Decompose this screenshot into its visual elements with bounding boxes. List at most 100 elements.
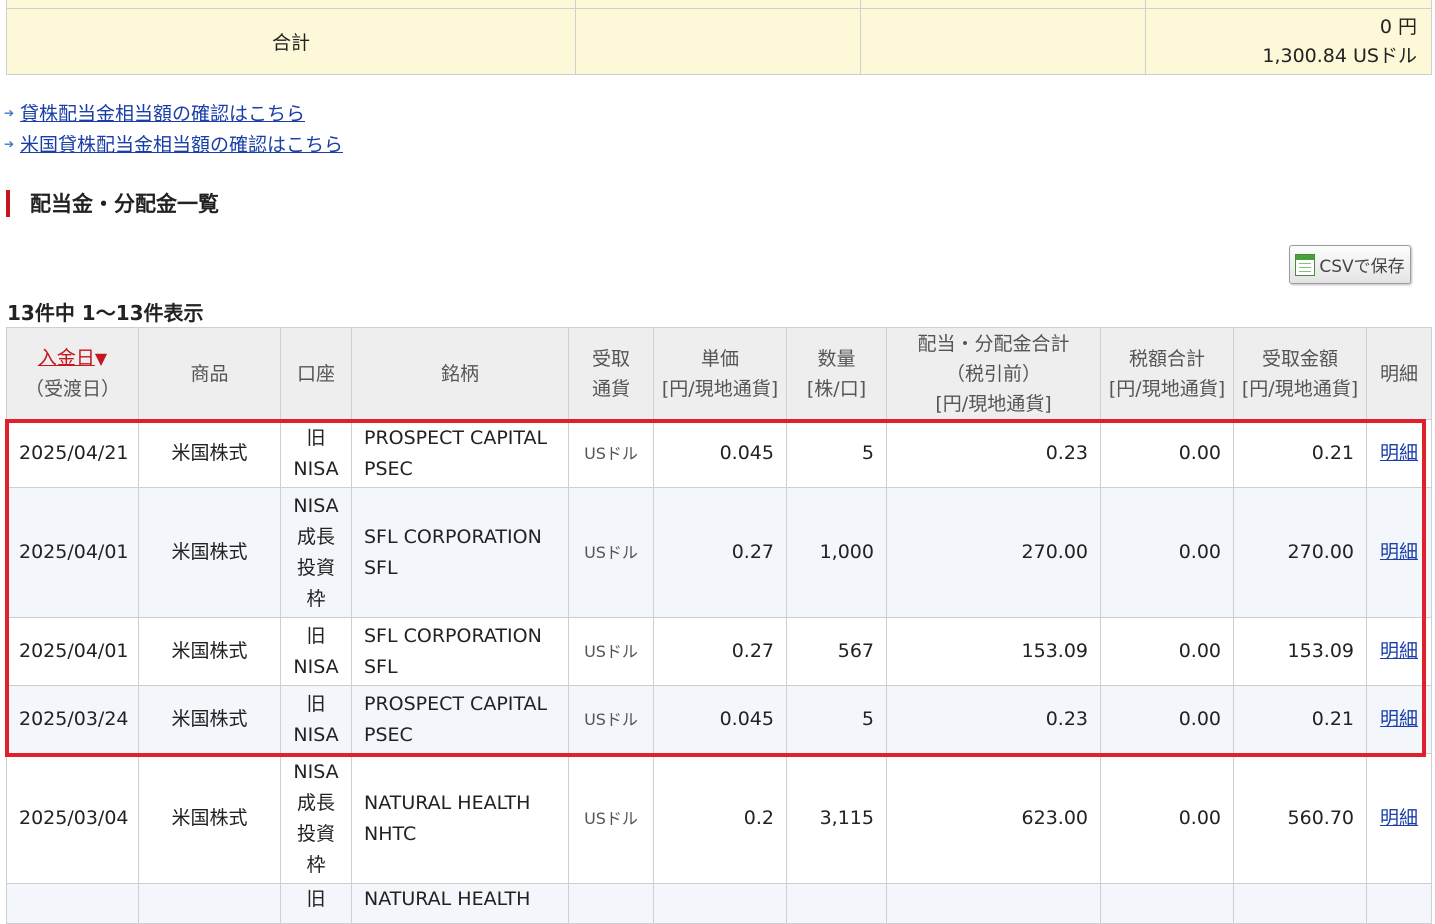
cell-unit-price [653,883,787,924]
header-date[interactable]: 入金日▼ （受渡日） [6,327,139,420]
sort-date-link[interactable]: 入金日 [38,347,95,369]
header-total-before-tax: 配当・分配金合計 （税引前） [円/現地通貨] [886,327,1101,420]
result-count: 13件中 1～13件表示 [7,301,204,325]
cell-quantity: 3,115 [786,753,887,884]
account-line: 枠 [306,853,326,876]
cell-account: NISA 成長 投資枠 [280,487,352,618]
cell-product: 米国株式 [138,487,281,618]
cell-detail: 明細 [1366,753,1432,884]
cell-received: 270.00 [1233,487,1367,618]
cell-issue: PROSPECT CAPITAL PSEC [351,419,569,488]
account-line: NISA [293,760,339,783]
cell-quantity: 5 [786,685,887,754]
account-line: 投資 [296,822,335,845]
cell-quantity: 1,000 [786,487,887,618]
issue-name: NATURAL HEALTH [364,791,531,814]
header-quantity: 数量 [株/口] [786,327,887,420]
table-body: 2025/04/21 米国株式旧 NISA PROSPECT CAPITAL PSEC U… [6,419,1432,924]
cell-issue: SFL CORPORATION SFL [351,487,569,618]
cell-account: 旧 NISA [280,685,352,754]
cell-tax: 0.00 [1100,753,1234,884]
cell-account: 旧 NISA [280,419,352,488]
cell-currency: USドル [568,487,654,618]
issue-name: SFL CORPORATION [364,624,542,647]
header-detail: 明細 [1366,327,1432,420]
total-yen: 0 円 [1379,15,1417,38]
cell-date: 2025/03/04 [6,753,139,884]
issue-name: PROSPECT CAPITAL [364,426,548,449]
header-issue: 銘柄 [351,327,569,420]
cell-total: 623.00 [886,753,1101,884]
cell-date: 2025/04/01 [6,617,139,686]
table-header-row: 入金日▼ （受渡日） 商品 口座 銘柄 受取 通貨 単価 [円/現地通貨] 数量… [6,327,1432,420]
cell-total: 0.23 [886,419,1101,488]
total-usd: 1,300.84 USドル [1262,44,1417,67]
header-account: 口座 [280,327,352,420]
cell-quantity: 5 [786,419,887,488]
cell-unit-price: 0.27 [653,487,787,618]
dividend-table: 入金日▼ （受渡日） 商品 口座 銘柄 受取 通貨 単価 [円/現地通貨] 数量… [6,327,1432,924]
issue-ticker: SFL [364,655,398,678]
cell-tax: 0.00 [1100,617,1234,686]
sort-desc-icon[interactable]: ▼ [95,349,107,368]
account-line: 成長 [296,525,335,548]
cell-received: 153.09 [1233,617,1367,686]
cell-total [886,883,1101,924]
cell-detail [1366,883,1432,924]
cell-date: 2025/03/24 [6,685,139,754]
issue-ticker: NHTC [364,822,417,845]
total-empty-cell [575,8,861,75]
csv-save-button[interactable]: CSVで保存 [1289,245,1411,284]
cell-date: 2025/04/01 [6,487,139,618]
cell-currency: USドル [568,617,654,686]
table-row: 旧 NATURAL HEALTH [6,883,1432,924]
cell-issue: PROSPECT CAPITAL PSEC [351,685,569,754]
us-lending-dividend-link[interactable]: 米国貸株配当金相当額の確認はこちら [20,130,343,157]
cell-received: 0.21 [1233,685,1367,754]
cell-issue: NATURAL HEALTH NHTC [351,753,569,884]
detail-link[interactable]: 明細 [1380,442,1418,464]
cell-tax: 0.00 [1100,685,1234,754]
cell-unit-price: 0.2 [653,753,787,884]
cell-issue: NATURAL HEALTH [351,883,569,924]
cell-quantity [786,883,887,924]
cell-date: 2025/04/21 [6,419,139,488]
cell-product: 米国株式 [138,685,281,754]
table-row: 2025/03/24 米国株式 旧 NISA PROSPECT CAPITAL PSEC U… [6,685,1432,754]
detail-link[interactable]: 明細 [1380,541,1418,563]
cell-unit-price: 0.045 [653,685,787,754]
detail-link[interactable]: 明細 [1380,640,1418,662]
cell-unit-price: 0.045 [653,419,787,488]
us-lending-dividend-link-row: ➔ 米国貸株配当金相当額の確認はこちら [4,130,343,157]
cell-account: NISA 成長投資枠 [280,753,352,884]
account-line: 成長 [296,791,335,814]
lending-dividend-link[interactable]: 貸株配当金相当額の確認はこちら [20,99,305,126]
cell-product: 米国株式 [138,617,281,686]
table-row: 2025/04/21 米国株式 旧 NISA PROSPECT CAPITAL PSEC U… [6,419,1432,488]
account-line: 旧 [306,624,326,647]
cell-detail: 明細 [1366,419,1432,488]
table-row: 2025/04/01 米国株式 旧 NISA SFL CORPORATION SFL USド… [6,617,1432,686]
cell-detail: 明細 [1366,487,1432,618]
cell-total: 0.23 [886,685,1101,754]
cell-quantity: 567 [786,617,887,686]
detail-link[interactable]: 明細 [1380,807,1418,829]
cell-received: 560.70 [1233,753,1367,884]
issue-ticker: SFL [364,556,398,579]
cell-tax: 0.00 [1100,487,1234,618]
cell-currency: USドル [568,419,654,488]
account-line: NISA [293,723,339,746]
cell-date [6,883,139,924]
account-line: 旧 [306,426,326,449]
table-row: 2025/04/01 米国株式 NISA 成長 投資枠 SFL CORPORATION SF… [6,487,1432,618]
account-line: NISA [293,494,339,517]
cell-currency: USドル [568,685,654,754]
detail-link[interactable]: 明細 [1380,708,1418,730]
header-date-sub: （受渡日） [24,378,120,400]
cell-account: 旧 NISA [280,617,352,686]
cell-total: 270.00 [886,487,1101,618]
cell-detail: 明細 [1366,617,1432,686]
cell-total: 153.09 [886,617,1101,686]
arrow-right-icon: ➔ [4,105,15,120]
total-label: 合計 [6,8,576,75]
